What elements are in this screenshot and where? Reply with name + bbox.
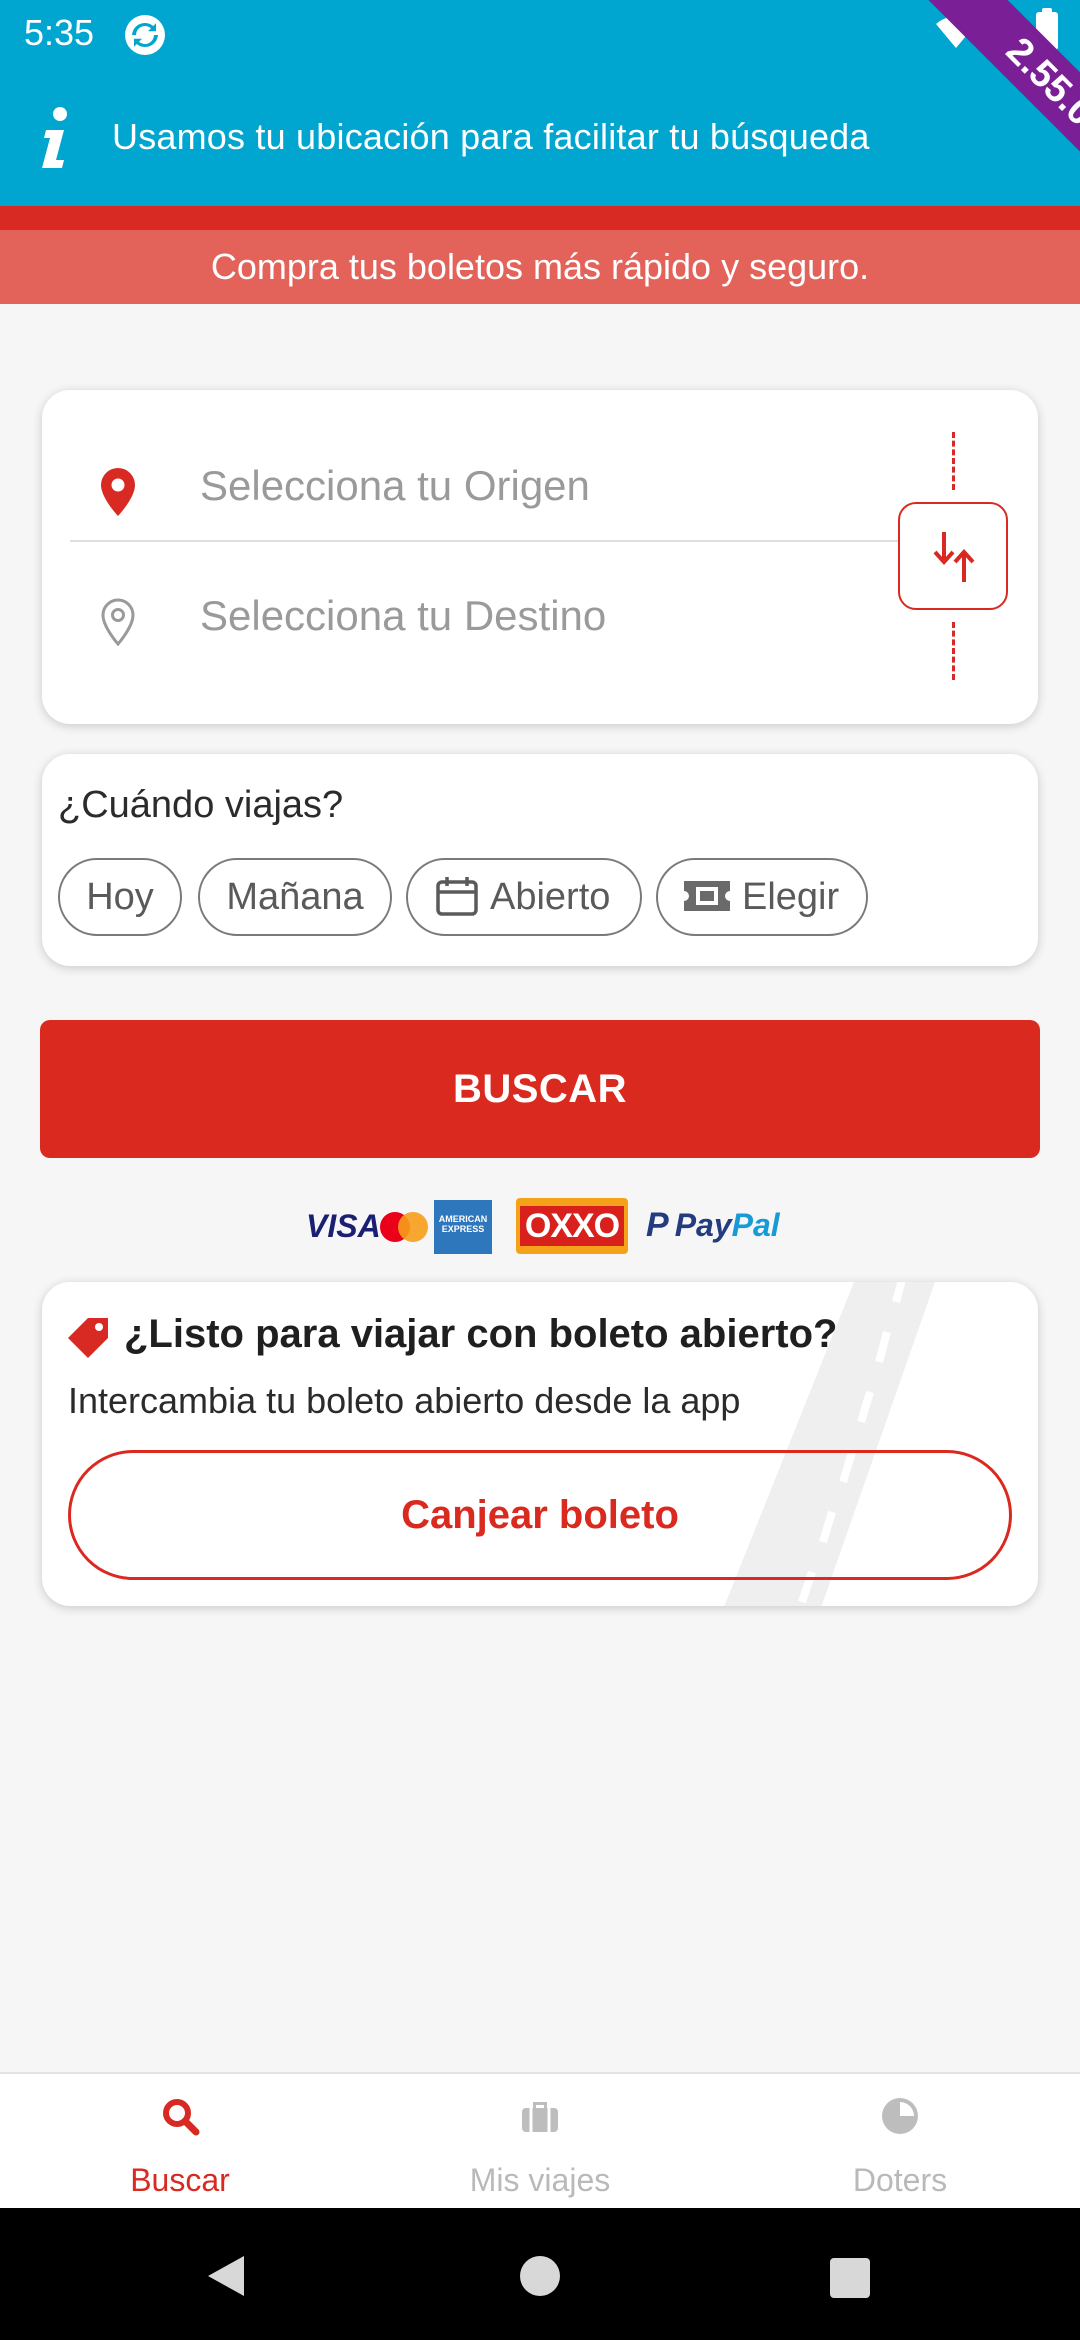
redeem-ticket-button[interactable]: Canjear boleto: [68, 1450, 1012, 1580]
swap-dashed-line-bottom: [952, 622, 955, 680]
origin-field[interactable]: Selecciona tu Origen: [70, 432, 914, 542]
open-ticket-card: ¿Listo para viajar con boleto abierto? I…: [42, 1282, 1038, 1606]
ticket-icon: [684, 880, 730, 911]
back-icon[interactable]: [204, 2252, 248, 2300]
destination-field[interactable]: Selecciona tu Destino: [70, 562, 914, 672]
system-navigation-bar: [0, 2208, 1080, 2340]
destination-pin-icon: [101, 598, 135, 646]
tag-icon: [68, 1318, 108, 1358]
info-banner-text: Usamos tu ubicación para facilitar tu bú…: [112, 116, 870, 157]
brand-bar: [0, 206, 1080, 230]
info-row: Usamos tu ubicación para facilitar tu bú…: [0, 94, 1080, 184]
home-icon[interactable]: [520, 2256, 560, 2296]
open-ticket-subtitle: Intercambia tu boleto abierto desde la a…: [68, 1380, 741, 1421]
chip-choose-label: Elegir: [742, 876, 840, 918]
chip-open[interactable]: Abierto: [406, 858, 642, 936]
nav-label-doters: Doters: [852, 2162, 948, 2198]
visa-logo: VISA: [306, 1208, 381, 1244]
when-title: ¿Cuándo viajas?: [58, 784, 344, 826]
briefcase-icon: [522, 2102, 558, 2132]
swap-arrows-icon: [933, 532, 975, 582]
open-ticket-title: ¿Listo para viajar con boleto abierto?: [124, 1312, 838, 1356]
chip-tomorrow[interactable]: Mañana: [198, 858, 392, 936]
chip-choose[interactable]: Elegir: [656, 858, 868, 936]
doters-icon: [882, 2098, 918, 2134]
info-icon: [42, 107, 67, 168]
chip-today[interactable]: Hoy: [58, 858, 182, 936]
status-time: 5:35: [24, 12, 95, 53]
bottom-nav: Buscar Mis viajes Doters: [0, 2072, 1080, 2208]
paypal-logo: P PayPal: [646, 1206, 780, 1244]
search-button[interactable]: BUSCAR: [40, 1020, 1040, 1158]
chip-open-label: Abierto: [490, 876, 611, 918]
route-card: Selecciona tu Origen Selecciona tu Desti…: [42, 390, 1038, 724]
destination-placeholder: Selecciona tu Destino: [200, 592, 607, 639]
location-info-banner[interactable]: 5:35 Usamos tu ubicación para facilitar …: [0, 0, 1080, 206]
payment-methods: VISA AMERICAN EXPRESS OXXO P PayPal: [306, 1196, 826, 1256]
nav-label-mis-viajes: Mis viajes: [469, 2162, 611, 2198]
amex-logo: AMERICAN EXPRESS: [434, 1200, 492, 1254]
sync-icon: [125, 15, 165, 55]
nav-item-buscar[interactable]: Buscar: [0, 2074, 360, 2210]
swap-route-button[interactable]: [898, 502, 1008, 610]
nav-item-mis-viajes[interactable]: Mis viajes: [360, 2074, 720, 2210]
search-icon: [163, 2099, 200, 2136]
origin-pin-icon: [101, 468, 135, 516]
status-bar: 5:35: [0, 0, 1080, 66]
nav-label-buscar: Buscar: [130, 2162, 230, 2198]
recent-apps-icon[interactable]: [830, 2258, 870, 2298]
promo-bar: Compra tus boletos más rápido y seguro.: [0, 230, 1080, 304]
calendar-icon: [436, 876, 478, 916]
nav-item-doters[interactable]: Doters: [720, 2074, 1080, 2210]
when-card: ¿Cuándo viajas? Hoy Mañana Abierto Elegi…: [42, 754, 1038, 966]
origin-placeholder: Selecciona tu Origen: [200, 462, 590, 509]
oxxo-logo: OXXO: [516, 1198, 628, 1254]
mastercard-logo: [380, 1212, 430, 1242]
swap-dashed-line-top: [952, 432, 955, 490]
